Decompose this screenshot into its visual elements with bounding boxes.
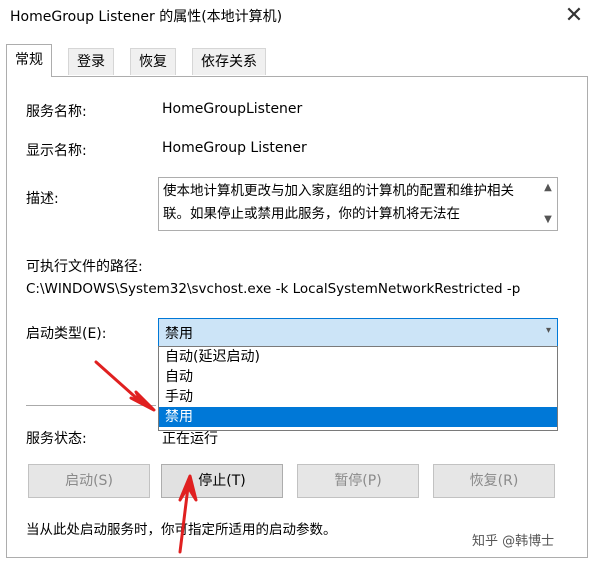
close-icon[interactable]: ✕ [560,2,588,30]
exe-path-label: 可执行文件的路径: [26,259,143,275]
start-button[interactable]: 启动(S) [28,464,150,498]
section-divider [26,405,156,406]
startup-option-auto[interactable]: 自动 [159,367,557,387]
description-box[interactable]: 使本地计算机更改与加入家庭组的计算机的配置和维护相关联。如果停止或禁用此服务，你… [158,177,558,231]
chevron-down-icon: ▾ [545,325,551,336]
startup-option-disabled[interactable]: 禁用 [159,407,557,427]
scroll-up-icon[interactable]: ▲ [542,182,554,194]
startup-type-selected: 禁用 [165,326,193,342]
window-title: HomeGroup Listener 的属性(本地计算机) [10,9,283,25]
watermark: 知乎 @韩博士 [472,534,555,549]
service-name-value: HomeGroupListener [162,101,303,117]
tab-recovery[interactable]: 恢复 [130,48,176,75]
display-name-value: HomeGroup Listener [162,140,307,156]
tab-general[interactable]: 常规 [6,44,52,77]
service-name-label: 服务名称: [26,104,87,120]
exe-path-value: C:\WINDOWS\System32\svchost.exe -k Local… [26,281,521,297]
tab-dependencies[interactable]: 依存关系 [192,48,266,75]
title-bar: HomeGroup Listener 的属性(本地计算机) ✕ [0,0,591,34]
startup-type-label: 启动类型(E): [26,326,107,342]
startup-type-select[interactable]: 禁用 ▾ [158,318,558,348]
description-label: 描述: [26,191,59,207]
startup-option-auto-delayed[interactable]: 自动(延迟启动) [159,347,557,367]
service-status-value: 正在运行 [162,431,218,447]
startup-params-note: 当从此处启动服务时，你可指定所适用的启动参数。 [26,522,337,538]
stop-button[interactable]: 停止(T) [161,464,283,498]
scroll-down-icon[interactable]: ▼ [542,214,554,226]
description-scrollbar[interactable]: ▲ ▼ [539,178,557,230]
display-name-label: 显示名称: [26,143,87,159]
pause-button[interactable]: 暂停(P) [297,464,419,498]
tab-logon[interactable]: 登录 [68,48,114,75]
tab-strip: 常规 登录 恢复 依存关系 [0,44,591,78]
description-text: 使本地计算机更改与加入家庭组的计算机的配置和维护相关联。如果停止或禁用此服务，你… [163,183,514,222]
startup-type-dropdown[interactable]: 自动(延迟启动) 自动 手动 禁用 [158,346,558,431]
resume-button[interactable]: 恢复(R) [433,464,555,498]
service-status-label: 服务状态: [26,431,87,447]
startup-option-manual[interactable]: 手动 [159,387,557,407]
